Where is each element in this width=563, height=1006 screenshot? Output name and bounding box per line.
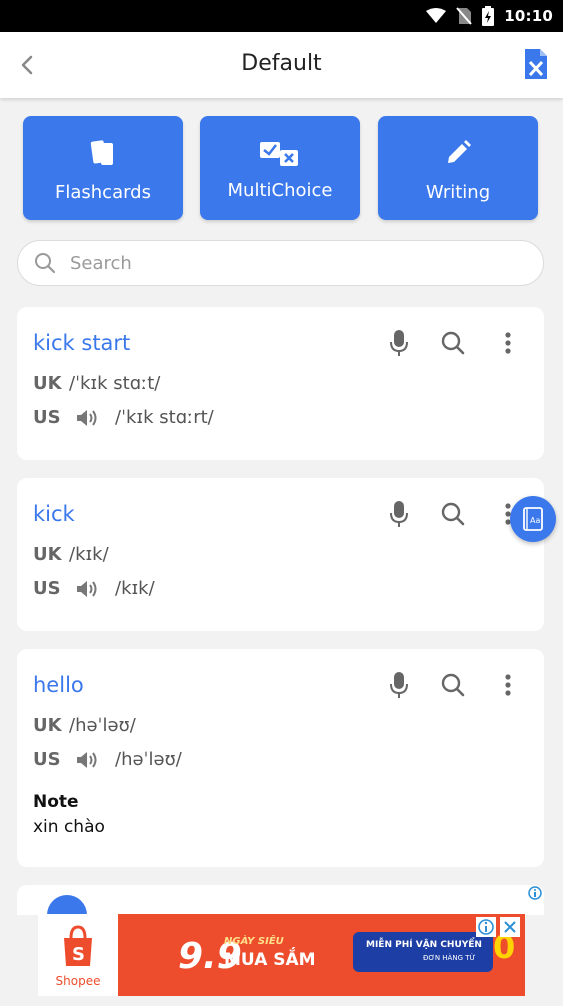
pencil-icon: [378, 138, 538, 168]
us-pronunciation: US /kɪk/: [33, 578, 155, 599]
uk-ipa: /ˈkɪk stɑːt/: [69, 373, 161, 394]
microphone-icon[interactable]: [386, 671, 412, 699]
us-pronunciation: US /həˈləʊ/: [33, 749, 182, 770]
flashcards-icon: [23, 138, 183, 168]
word-card[interactable]: kick UK /kɪk/ US /kɪk/: [17, 478, 544, 631]
more-vert-icon[interactable]: [495, 329, 521, 357]
ad-brand: Shopee: [55, 974, 101, 988]
ad-banner[interactable]: S Shopee 9.9 NGÀY SIÊU MUA SẮM MIỄN PHÍ …: [38, 914, 525, 996]
word-title: hello: [33, 673, 84, 697]
ad-close-icon[interactable]: [500, 917, 520, 937]
microphone-icon[interactable]: [386, 500, 412, 528]
wifi-icon: [426, 8, 447, 23]
excel-export-icon[interactable]: [525, 49, 547, 79]
ad-order-from: ĐƠN HÀNG TỪ: [423, 954, 476, 962]
ad-info-icon[interactable]: [476, 917, 496, 937]
us-ipa: /həˈləʊ/: [115, 749, 182, 770]
speaker-icon[interactable]: [75, 579, 99, 599]
ad-small-text: NGÀY SIÊU: [224, 936, 284, 947]
uk-pronunciation: UK /kɪk/: [33, 544, 109, 565]
uk-pronunciation: UK /həˈləʊ/: [33, 715, 136, 736]
writing-label: Writing: [425, 182, 491, 203]
flashcards-label: Flashcards: [55, 182, 151, 203]
status-icons: 10:10: [426, 0, 553, 32]
us-label: US: [33, 578, 61, 599]
ad-choices-icon[interactable]: [528, 886, 542, 900]
uk-label: UK: [33, 544, 62, 565]
flashcards-button[interactable]: Flashcards: [23, 116, 183, 220]
avatar: [47, 895, 87, 915]
us-label: US: [33, 407, 61, 428]
app-bar: Default: [0, 32, 563, 98]
svg-text:Aa: Aa: [530, 516, 540, 525]
word-card[interactable]: kick start UK /ˈkɪk stɑːt/ US /ˈkɪk stɑː…: [17, 307, 544, 460]
note-text: xin chào: [33, 817, 105, 837]
svg-text:S: S: [72, 944, 85, 965]
dictionary-fab[interactable]: Aa: [510, 496, 556, 542]
uk-label: UK: [33, 373, 62, 394]
us-ipa: /kɪk/: [115, 578, 155, 599]
note-label: Note: [33, 792, 79, 812]
search-bar: [17, 240, 544, 286]
dictionary-icon: Aa: [523, 507, 543, 531]
more-vert-icon[interactable]: [495, 671, 521, 699]
ad-promo-box: [353, 932, 493, 972]
us-label: US: [33, 749, 61, 770]
multichoice-icon: [200, 138, 360, 168]
status-time: 10:10: [504, 7, 553, 25]
uk-ipa: /kɪk/: [69, 544, 109, 565]
uk-pronunciation: UK /ˈkɪk stɑːt/: [33, 373, 160, 394]
shopee-bag-icon: S: [64, 925, 92, 966]
search-input[interactable]: [70, 248, 510, 278]
multichoice-button[interactable]: MultiChoice: [200, 116, 360, 220]
word-card[interactable]: hello UK /həˈləʊ/ US /həˈləʊ/ Note xin c…: [17, 649, 544, 867]
ad-sale-text: MUA SẮM: [224, 950, 316, 970]
status-bar: 10:10: [0, 0, 563, 32]
us-ipa: /ˈkɪk stɑːrt/: [115, 407, 214, 428]
word-title: kick: [33, 502, 75, 526]
study-modes: Flashcards MultiChoice Writing: [23, 116, 539, 220]
page-title: Default: [241, 51, 322, 76]
search-icon: [35, 253, 56, 274]
speaker-icon[interactable]: [75, 750, 99, 770]
word-title: kick start: [33, 331, 131, 355]
search-word-icon[interactable]: [440, 329, 466, 357]
word-card-partial[interactable]: [17, 885, 544, 915]
uk-ipa: /həˈləʊ/: [69, 715, 136, 736]
ad-free-ship: MIỄN PHÍ VẬN CHUYỂN: [366, 940, 482, 950]
no-sim-icon: [456, 7, 473, 25]
uk-label: UK: [33, 715, 62, 736]
microphone-icon[interactable]: [386, 329, 412, 357]
battery-icon: [482, 6, 495, 26]
us-pronunciation: US /ˈkɪk stɑːrt/: [33, 407, 214, 428]
multichoice-label: MultiChoice: [227, 180, 333, 201]
search-word-icon[interactable]: [440, 500, 466, 528]
speaker-icon[interactable]: [75, 408, 99, 428]
shopee-logo: S Shopee: [38, 914, 118, 996]
search-word-icon[interactable]: [440, 671, 466, 699]
writing-button[interactable]: Writing: [378, 116, 538, 220]
